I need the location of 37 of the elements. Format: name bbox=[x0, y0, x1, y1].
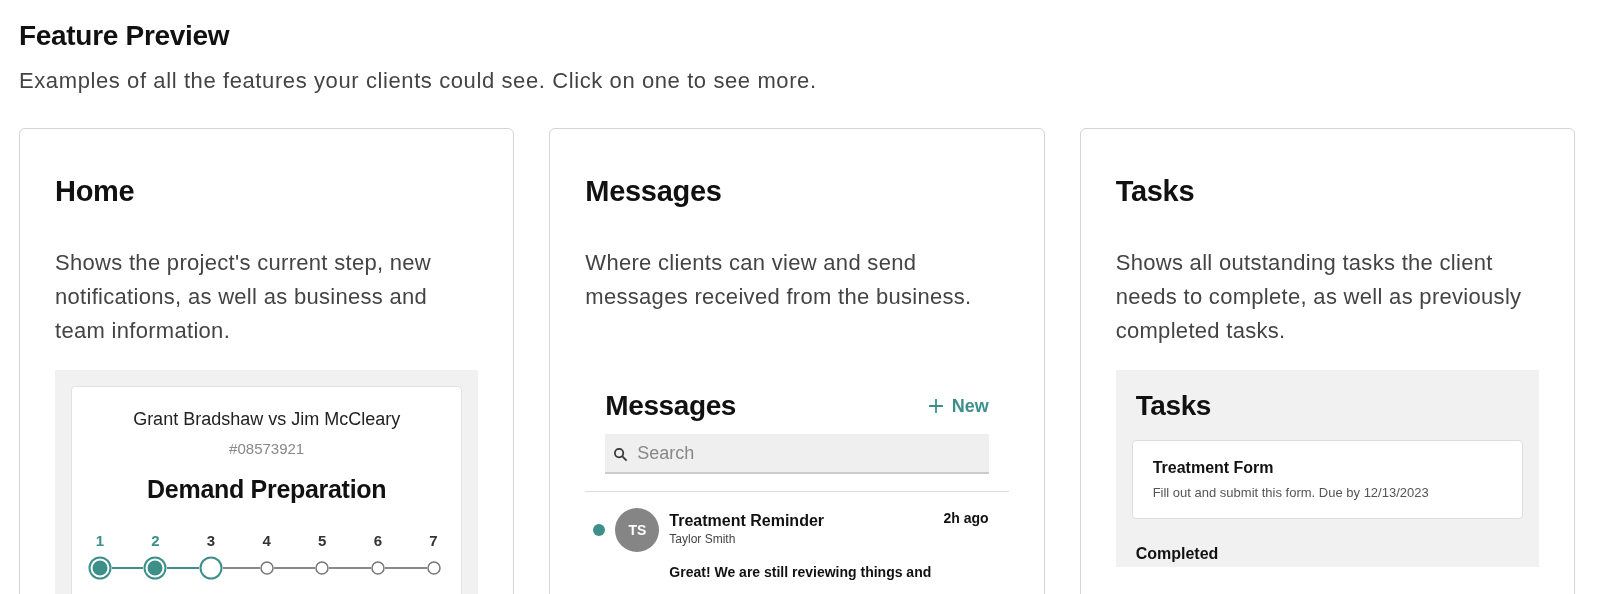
search-icon bbox=[613, 447, 629, 462]
case-number: #08573921 bbox=[228, 440, 306, 457]
feature-card[interactable]: Tasks Shows all outstanding tasks the client needs to complete, as well as previously completed tasks. Tasks Treatment Form Fill out and submit this form. Due by 12/13/2023 Completed bbox=[1079, 128, 1575, 594]
message-item[interactable]: TS Treatment Reminder Taylor Smith 2h ago Great! We are still reviewing things and bbox=[593, 492, 989, 580]
step-number: 2 bbox=[151, 532, 160, 549]
new-message-button[interactable]: New bbox=[927, 395, 989, 417]
card-title: Tasks bbox=[1115, 175, 1196, 208]
search-field[interactable]: Search bbox=[605, 434, 989, 474]
step-number: 1 bbox=[95, 532, 104, 549]
stage-title: Demand Preparation bbox=[146, 475, 388, 504]
messages-heading: Messages bbox=[605, 390, 736, 422]
feature-card[interactable]: Messages Where clients can view and send messages received from the business. Messages New Search TS Treatment Reminder Taylor Smith 2h ago Great! We are still reviewing things and bbox=[549, 128, 1045, 594]
page-subtitle: Examples of all the features your clients could see. Click on one to see more. bbox=[19, 68, 818, 94]
task-name: Treatment Form bbox=[1152, 459, 1275, 477]
message-sender: Taylor Smith bbox=[669, 532, 737, 546]
step-number: 7 bbox=[429, 532, 438, 549]
card-description: Shows all outstanding tasks the client needs to complete, as well as previously completed tasks. bbox=[1115, 249, 1523, 345]
case-name: Grant Bradshaw vs Jim McCleary bbox=[132, 409, 402, 430]
avatar: TS bbox=[615, 508, 660, 552]
step-number: 6 bbox=[373, 532, 383, 549]
step-number: 3 bbox=[206, 532, 216, 549]
message-time: 2h ago bbox=[943, 509, 989, 526]
step-number: 5 bbox=[318, 532, 327, 549]
page-title: Feature Preview bbox=[19, 20, 231, 52]
message-excerpt: Great! We are still reviewing things and bbox=[669, 564, 933, 580]
completed-heading: Completed bbox=[1134, 545, 1220, 564]
step-number: 4 bbox=[262, 532, 271, 549]
task-detail: Fill out and submit this form. Due by 12/13/2023 bbox=[1152, 485, 1430, 500]
card-description: Shows the project's current step, new notifications, as well as business and team information. bbox=[55, 249, 433, 345]
tasks-heading: Tasks bbox=[1134, 390, 1212, 422]
plus-icon bbox=[927, 398, 944, 414]
card-title: Home bbox=[55, 175, 136, 208]
feature-card[interactable]: Home Shows the project's current step, new notifications, as well as business and team information. Grant Bradshaw vs Jim McCleary #08573921 Demand Preparation 1 2 3 4 5 6 7 bbox=[19, 128, 515, 594]
task-card[interactable]: Treatment Form Fill out and submit this form. Due by 12/13/2023 bbox=[1131, 440, 1523, 519]
message-subject: Treatment Reminder bbox=[669, 512, 826, 530]
card-description: Where clients can view and send messages received from the business. bbox=[585, 249, 973, 311]
card-title: Messages bbox=[585, 175, 723, 208]
